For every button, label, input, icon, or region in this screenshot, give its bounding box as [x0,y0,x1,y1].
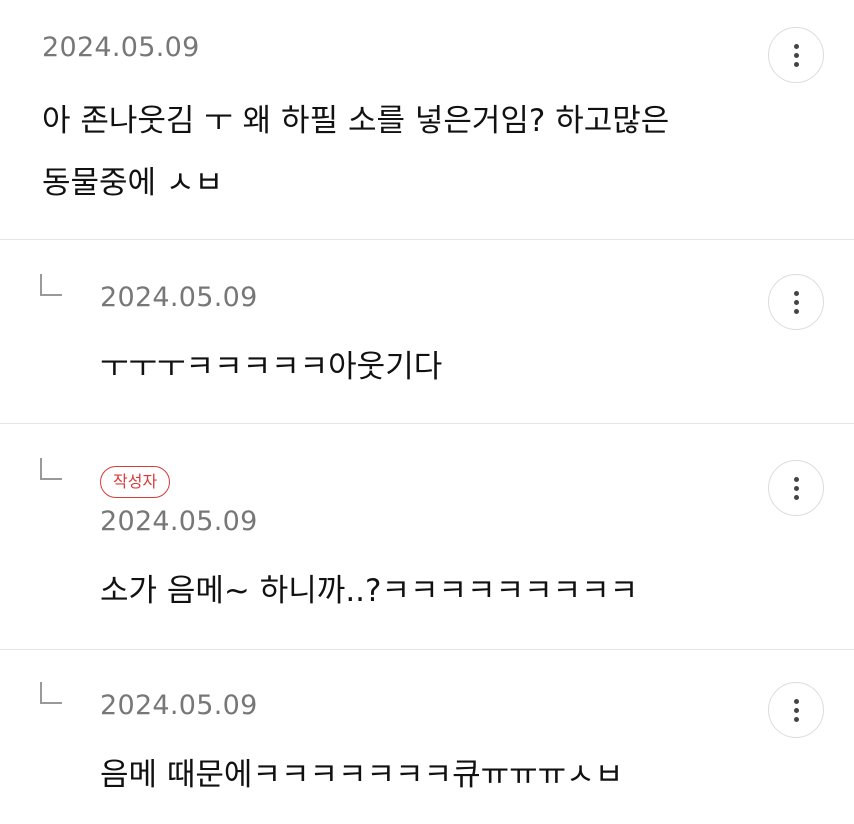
reply-comment: 2024.05.09 음메 때문에ㅋㅋㅋㅋㅋㅋㅋ큐ㅠㅠㅠㅅㅂ [0,650,854,824]
comment-date: 2024.05.09 [100,506,258,537]
more-vertical-icon [793,290,799,296]
comment-text-line: 동물중에 ㅅㅂ [42,165,223,201]
reply-arrow-icon [40,274,62,296]
more-vertical-icon [793,43,799,49]
reply-arrow-icon [40,458,62,480]
more-options-button[interactable] [768,27,824,83]
more-vertical-icon [793,476,799,482]
more-options-button[interactable] [768,682,824,738]
comment-date: 2024.05.09 [42,32,200,63]
author-badge: 작성자 [100,466,171,498]
more-options-button[interactable] [768,460,824,516]
reply-comment: 2024.05.09 ㅜㅜㅜㅋㅋㅋㅋㅋ아웃기다 [0,240,854,424]
comment-text-line: 음메 때문에ㅋㅋㅋㅋㅋㅋㅋ큐ㅠㅠㅠㅅㅂ [100,757,624,793]
comment-list: 2024.05.09 아 존나웃김 ㅜ 왜 하필 소를 넣은거임? 하고많은 동… [0,0,854,824]
more-vertical-icon [793,698,799,704]
comment: 2024.05.09 아 존나웃김 ㅜ 왜 하필 소를 넣은거임? 하고많은 동… [0,0,854,240]
reply-comment: 작성자 2024.05.09 소가 음메~ 하니까..?ㅋㅋㅋㅋㅋㅋㅋㅋㅋ [0,424,854,650]
comment-text-line: 아 존나웃김 ㅜ 왜 하필 소를 넣은거임? 하고많은 [42,103,670,139]
reply-arrow-icon [40,682,62,704]
comment-text-line: 소가 음메~ 하니까..?ㅋㅋㅋㅋㅋㅋㅋㅋㅋ [100,573,639,609]
comment-text-line: ㅜㅜㅜㅋㅋㅋㅋㅋ아웃기다 [100,349,443,385]
more-options-button[interactable] [768,274,824,330]
comment-date: 2024.05.09 [100,690,258,721]
comment-date: 2024.05.09 [100,282,258,313]
